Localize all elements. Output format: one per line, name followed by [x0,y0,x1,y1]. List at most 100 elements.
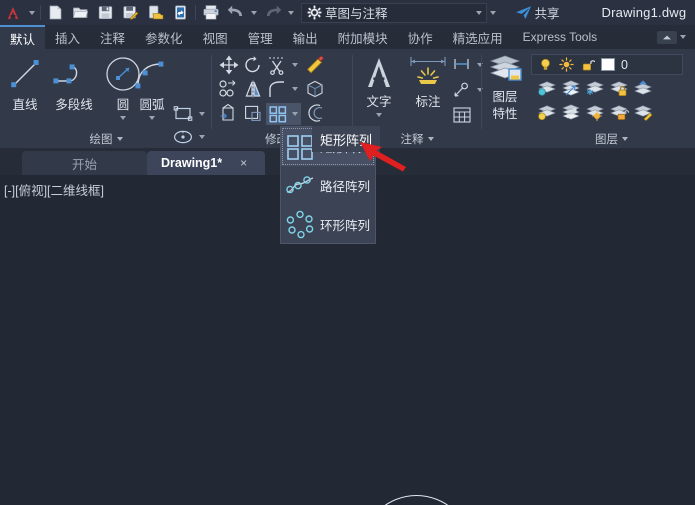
open-file-button[interactable] [68,0,93,25]
table-tool-button[interactable] [451,106,473,124]
copy-tool-button[interactable] [218,79,240,99]
ribbon-minimize-control[interactable] [657,25,695,49]
move-tool-button[interactable] [218,55,240,75]
chevron-down-icon[interactable] [622,137,628,141]
save-file-button[interactable] [93,0,118,25]
text-tool-button[interactable]: 文字 [357,54,401,117]
chevron-down-icon[interactable] [149,116,155,120]
chevron-down-icon[interactable] [427,137,434,141]
chevron-down-icon[interactable] [680,35,686,39]
fillet-icon [269,81,284,97]
layer-lock-button[interactable] [608,79,630,97]
rotate-tool-button[interactable] [242,55,264,75]
plot-button[interactable] [198,0,223,25]
title-bar: 草图与注释 共享 Drawing1.dwg [0,0,695,25]
redo-dropdown[interactable] [285,0,297,25]
tab-featured-apps[interactable]: 精选应用 [443,25,513,49]
tab-home[interactable]: 默认 [0,25,46,49]
menu-item-polar-array[interactable]: 环形阵列 [281,205,375,244]
arc-tool-label: 圆弧 [139,98,165,112]
layer-unlock-button[interactable] [608,103,630,121]
line-tool-button[interactable]: 直线 [4,55,46,113]
workspace-switcher[interactable]: 草图与注释 [301,2,487,23]
stretch-tool-button[interactable] [218,103,240,123]
file-tab-drawing1[interactable]: Drawing1* × [147,151,265,175]
table-icon [453,107,471,123]
share-button[interactable]: 共享 [515,3,560,22]
layer-turn-on-button[interactable] [584,103,606,121]
panel-layers-properties: 图层 特性 [482,49,528,148]
layer-copy-button[interactable] [560,103,582,121]
tab-output[interactable]: 输出 [283,25,328,49]
printer-icon [202,5,218,20]
polyline-tool-button[interactable]: 多段线 [46,55,102,113]
scale-tool-button[interactable] [242,103,264,123]
save-as-file-button[interactable] [118,0,143,25]
circle-object[interactable] [361,495,472,505]
new-file-button[interactable] [43,0,68,25]
tab-annotate[interactable]: 注释 [90,25,135,49]
erase-tool-button[interactable] [304,55,326,75]
leader-tool-button[interactable] [451,81,483,99]
trim-tool-button[interactable] [266,55,298,75]
chevron-down-icon[interactable] [116,137,123,141]
array-tool-button[interactable] [266,103,301,125]
close-icon[interactable]: × [240,157,247,169]
panel-draw-title: 绘图 [89,134,113,146]
redo-button[interactable] [260,0,285,25]
layer-merge-icon [634,80,652,95]
path-array-icon [286,175,314,193]
export-file-button[interactable] [143,0,168,25]
layer-unlock2-icon [610,105,630,120]
qat-customize-dropdown[interactable] [487,0,499,25]
cloud-sync-button[interactable] [168,0,193,25]
current-layer-control[interactable]: 0 [531,54,683,75]
layer-color-swatch[interactable] [601,58,615,71]
panel-draw-title-row[interactable]: 绘图 [0,131,212,147]
layers-properties-button[interactable] [484,53,526,85]
rectangle-tool-button[interactable] [172,104,205,124]
redo-arrow-icon [266,5,281,16]
layer-move-button[interactable] [560,79,582,97]
tab-manage[interactable]: 管理 [238,25,283,49]
layer-lock-icon [610,81,628,96]
autocad-window: 草图与注释 共享 Drawing1.dwg 默认 插入 注释 参数化 视图 管理… [0,0,695,505]
layer-isolate-button[interactable] [536,79,558,97]
trim-icon [269,57,285,75]
minimize-ribbon-icon[interactable] [657,30,677,44]
chevron-down-icon[interactable] [292,87,298,91]
tab-addins[interactable]: 附加模块 [328,25,398,49]
explode-tool-button[interactable] [304,79,326,99]
tab-insert[interactable]: 插入 [45,25,90,49]
layer-copy-icon [562,104,580,120]
chevron-down-icon[interactable] [376,113,382,117]
chevron-down-icon[interactable] [292,112,298,116]
tab-view[interactable]: 视图 [193,25,238,49]
layer-merge-button[interactable] [632,79,654,97]
tab-parametric[interactable]: 参数化 [135,25,193,49]
save-disk-icon [98,6,113,19]
tab-express-tools[interactable]: Express Tools [513,25,607,49]
undo-dropdown[interactable] [248,0,260,25]
layer-freeze-obj-button[interactable] [584,79,606,97]
dimension-tool-button[interactable]: 标注 [404,54,452,110]
undo-button[interactable] [223,0,248,25]
viewport-label[interactable]: [-][俯视][二维线框] [4,180,104,199]
layer-match-button[interactable] [632,103,654,121]
quick-access-dropdown-1[interactable] [26,0,38,25]
panel-layers-title-row[interactable]: 图层 [528,131,695,147]
chevron-down-icon[interactable] [199,112,205,116]
chevron-down-icon[interactable] [292,63,298,67]
fillet-tool-button[interactable] [266,79,298,99]
mirror-tool-button[interactable] [242,79,264,99]
workspace-dropdown-arrow[interactable] [472,4,486,22]
tab-collaborate[interactable]: 协作 [398,25,443,49]
dimension-style-button[interactable] [451,56,483,74]
chevron-down-icon [251,10,257,15]
offset-tool-button[interactable] [304,103,326,123]
layers-properties-label-2: 特性 [492,107,518,121]
arc-tool-button[interactable]: 圆弧 [126,55,178,120]
file-tab-start[interactable]: 开始 [22,151,147,175]
application-menu-button[interactable] [0,0,26,25]
layer-off-button[interactable] [536,103,558,121]
